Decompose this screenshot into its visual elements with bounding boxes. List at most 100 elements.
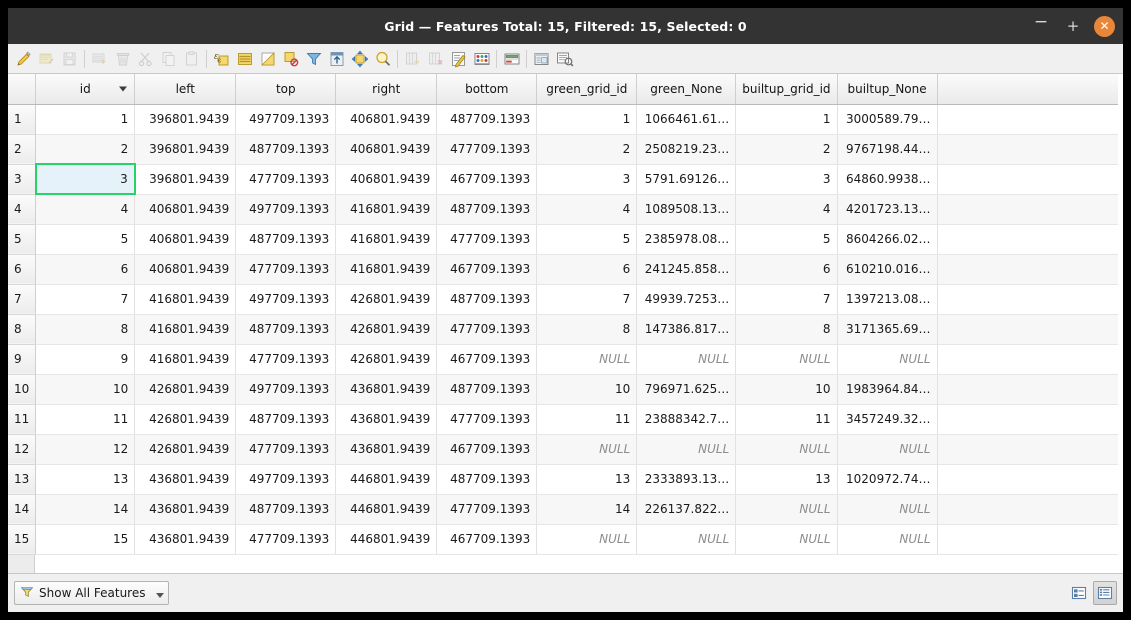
cell-id[interactable]: 9 [35, 344, 136, 375]
cell-green_grid_id[interactable]: 3 [536, 164, 638, 195]
cell-left[interactable]: 396801.9439 [134, 164, 237, 195]
cell-green_grid_id[interactable]: NULL [536, 344, 638, 375]
chevron-down-icon[interactable] [156, 593, 165, 598]
row-header[interactable]: 13 [8, 464, 37, 495]
form-view-toggle-icon[interactable] [553, 47, 576, 71]
cell-top[interactable]: 477709.1393 [235, 344, 337, 375]
cell-green_None[interactable]: 226137.822… [636, 494, 737, 525]
table-row[interactable]: 2 2 396801.9439 487709.1393 406801.9439 47770… [8, 134, 1119, 165]
cell-green_grid_id[interactable]: 11 [536, 404, 638, 435]
deselect-all-icon[interactable] [279, 47, 302, 71]
cell-top[interactable]: 497709.1393 [235, 374, 337, 405]
cell-bottom[interactable]: 467709.1393 [436, 164, 538, 195]
cell-builtup_grid_id[interactable]: 3 [735, 164, 838, 195]
cell-left[interactable]: 426801.9439 [134, 374, 237, 405]
cell-right[interactable]: 426801.9439 [335, 314, 438, 345]
table-row[interactable]: 12 12 426801.9439 477709.1393 436801.9439 467… [8, 434, 1119, 465]
table-row[interactable]: 6 6 406801.9439 477709.1393 416801.9439 46770… [8, 254, 1119, 285]
cell-top[interactable]: 477709.1393 [235, 164, 337, 195]
cell-bottom[interactable]: 487709.1393 [436, 194, 538, 225]
row-header[interactable]: 4 [8, 194, 37, 225]
table-row[interactable]: 1 1 396801.9439 497709.1393 406801.9439 48770… [8, 104, 1119, 135]
cell-green_grid_id[interactable]: 8 [536, 314, 638, 345]
cell-right[interactable]: 436801.9439 [335, 374, 438, 405]
minimize-button[interactable]: − [1030, 12, 1052, 41]
cell-right[interactable]: 416801.9439 [335, 224, 438, 255]
cell-right[interactable]: 446801.9439 [335, 524, 438, 555]
cell-builtup_None[interactable]: 9767198.44… [837, 134, 938, 165]
cell-bottom[interactable]: 477709.1393 [436, 134, 538, 165]
cell-id[interactable]: 1 [35, 104, 136, 135]
form-view-icon[interactable] [1067, 581, 1091, 605]
cell-top[interactable]: 487709.1393 [235, 314, 337, 345]
cell-left[interactable]: 416801.9439 [134, 314, 237, 345]
cell-left[interactable]: 426801.9439 [134, 404, 237, 435]
cell-bottom[interactable]: 477709.1393 [436, 494, 538, 525]
cell-left[interactable]: 396801.9439 [134, 134, 237, 165]
cell-bottom[interactable]: 467709.1393 [436, 344, 538, 375]
cell-top[interactable]: 487709.1393 [235, 494, 337, 525]
table-view-icon[interactable] [1093, 581, 1117, 605]
cell-green_grid_id[interactable]: 7 [536, 284, 638, 315]
cell-right[interactable]: 436801.9439 [335, 404, 438, 435]
column-header-left[interactable]: left [134, 74, 237, 105]
row-header[interactable]: 12 [8, 434, 37, 465]
cell-id[interactable]: 11 [35, 404, 136, 435]
open-field-calculator-icon[interactable] [447, 47, 470, 71]
cell-top[interactable]: 487709.1393 [235, 134, 337, 165]
cell-builtup_grid_id[interactable]: 1 [735, 104, 838, 135]
cell-id[interactable]: 15 [35, 524, 136, 555]
column-header-builtup_None[interactable]: builtup_None [837, 74, 938, 105]
zoom-map-to-selected-icon[interactable] [371, 47, 394, 71]
cell-right[interactable]: 426801.9439 [335, 344, 438, 375]
row-header[interactable]: 1 [8, 104, 37, 135]
row-header[interactable]: 3 [8, 164, 37, 195]
column-header-right[interactable]: right [335, 74, 438, 105]
row-header[interactable]: 5 [8, 224, 37, 255]
cell-builtup_grid_id[interactable]: NULL [735, 344, 838, 375]
row-header[interactable]: 7 [8, 284, 37, 315]
filter-selection-icon[interactable] [302, 47, 325, 71]
cell-builtup_grid_id[interactable]: 2 [735, 134, 838, 165]
cell-builtup_None[interactable]: NULL [837, 344, 938, 375]
column-header-bottom[interactable]: bottom [436, 74, 538, 105]
row-header[interactable]: 9 [8, 344, 37, 375]
column-header-builtup_grid_id[interactable]: builtup_grid_id [735, 74, 838, 105]
conditional-formatting-icon[interactable] [470, 47, 493, 71]
table-row[interactable]: 13 13 436801.9439 497709.1393 446801.9439 487… [8, 464, 1119, 495]
cell-builtup_grid_id[interactable]: 10 [735, 374, 838, 405]
table-row[interactable]: 9 9 416801.9439 477709.1393 426801.9439 46770… [8, 344, 1119, 375]
cell-builtup_None[interactable]: 3171365.69… [837, 314, 938, 345]
cell-green_grid_id[interactable]: 4 [536, 194, 638, 225]
cell-bottom[interactable]: 467709.1393 [436, 254, 538, 285]
cell-id[interactable]: 5 [35, 224, 136, 255]
cell-bottom[interactable]: 477709.1393 [436, 314, 538, 345]
table-row[interactable]: 3 3 396801.9439 477709.1393 406801.9439 46770… [8, 163, 1119, 195]
cell-left[interactable]: 406801.9439 [134, 224, 237, 255]
cell-builtup_grid_id[interactable]: 8 [735, 314, 838, 345]
row-header[interactable]: 14 [8, 494, 37, 525]
cell-builtup_grid_id[interactable]: 7 [735, 284, 838, 315]
cell-builtup_None[interactable]: 8604266.02… [837, 224, 938, 255]
column-header-id[interactable]: id [35, 74, 136, 105]
cell-builtup_None[interactable]: 4201723.13… [837, 194, 938, 225]
cell-green_None[interactable]: 796971.625… [636, 374, 737, 405]
cell-green_None[interactable]: 1089508.13… [636, 194, 737, 225]
cell-right[interactable]: 446801.9439 [335, 494, 438, 525]
select-by-expression-icon[interactable]: εϵ [210, 47, 233, 71]
move-selection-to-top-icon[interactable] [325, 47, 348, 71]
cell-bottom[interactable]: 487709.1393 [436, 464, 538, 495]
cell-left[interactable]: 436801.9439 [134, 524, 237, 555]
cell-builtup_grid_id[interactable]: NULL [735, 494, 838, 525]
cell-builtup_grid_id[interactable]: 6 [735, 254, 838, 285]
cell-green_None[interactable]: NULL [636, 344, 737, 375]
cell-id[interactable]: 8 [35, 314, 136, 345]
row-header[interactable]: 2 [8, 134, 37, 165]
cell-left[interactable]: 406801.9439 [134, 194, 237, 225]
maximize-button[interactable]: + [1062, 15, 1084, 37]
cell-builtup_None[interactable]: 1397213.08… [837, 284, 938, 315]
invert-selection-icon[interactable] [256, 47, 279, 71]
cell-right[interactable]: 416801.9439 [335, 194, 438, 225]
actions-icon[interactable] [530, 47, 553, 71]
table-row[interactable]: 15 15 436801.9439 477709.1393 446801.9439 467… [8, 524, 1119, 555]
